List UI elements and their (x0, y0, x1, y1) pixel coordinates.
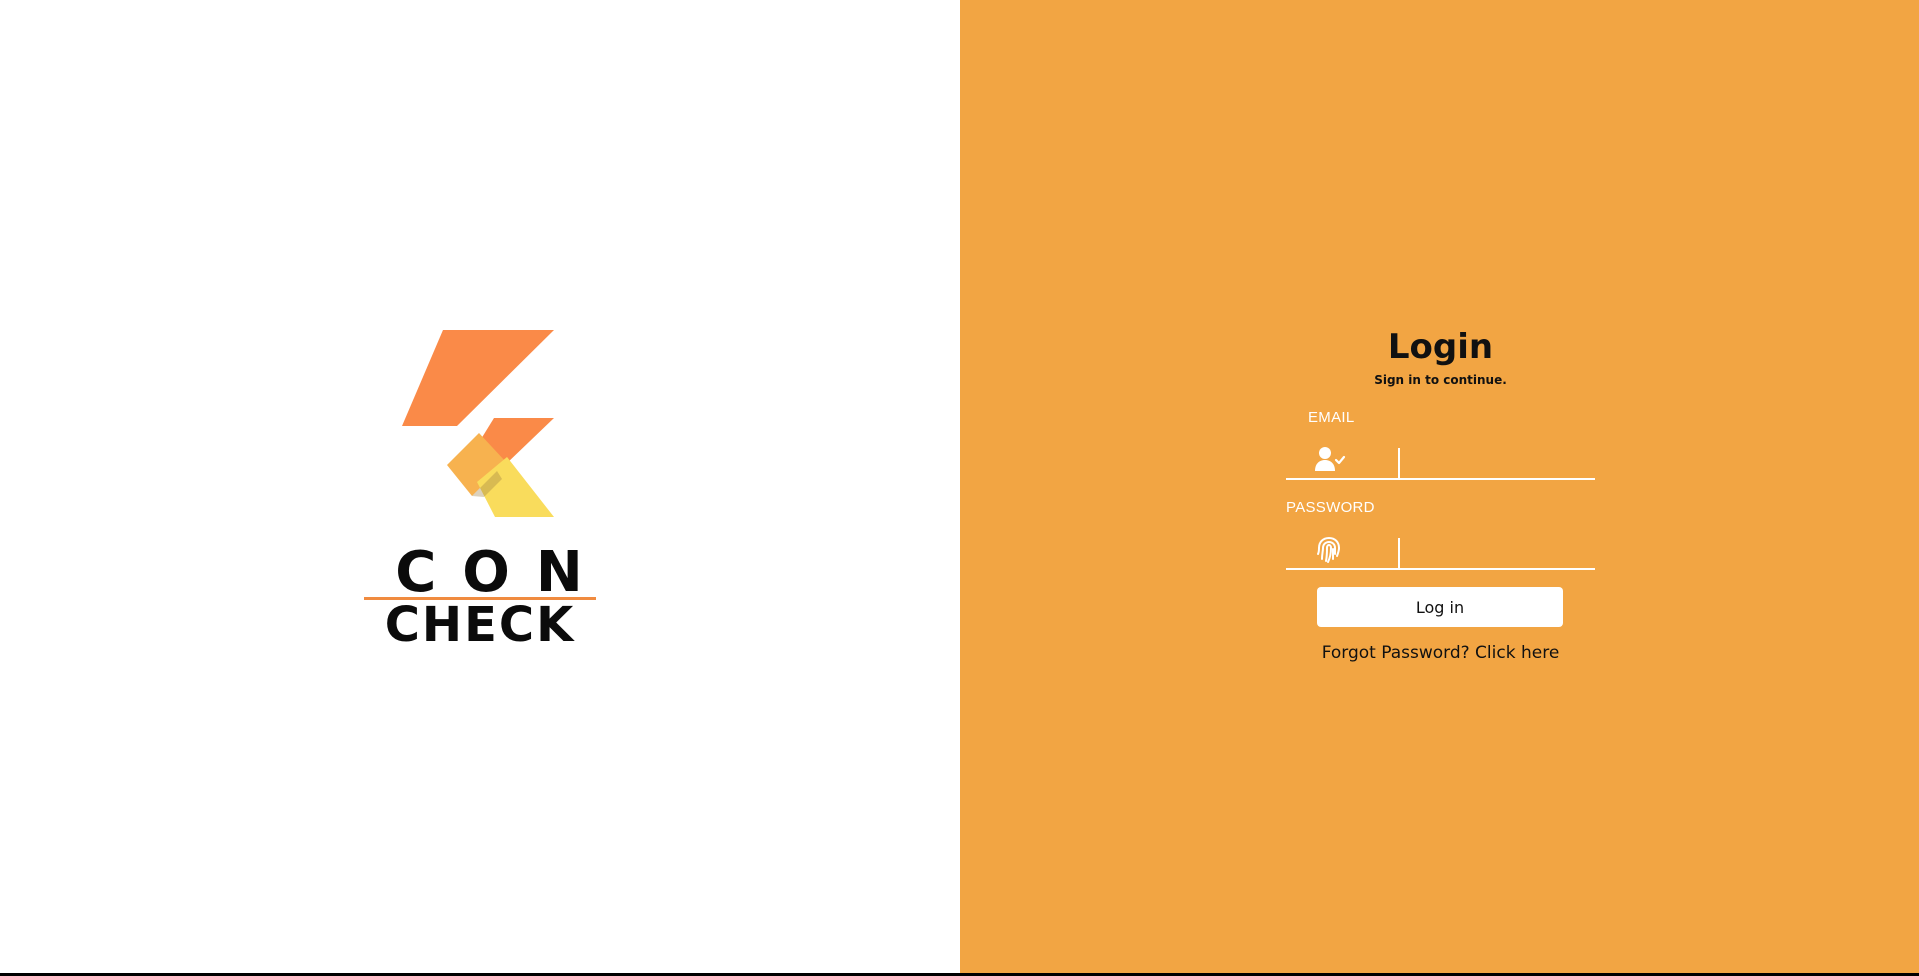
logo-text-check: CHECK (384, 597, 576, 653)
password-input[interactable] (1404, 534, 1594, 566)
email-input[interactable] (1404, 444, 1594, 476)
login-subtitle: Sign in to continue. (1374, 373, 1507, 387)
brand-panel: CON CHECK (0, 0, 960, 973)
fingerprint-icon (1312, 534, 1346, 564)
login-title: Login (1387, 327, 1494, 367)
user-check-icon (1312, 444, 1346, 474)
logo-top-shape (402, 330, 554, 426)
password-label: PASSWORD (1286, 499, 1375, 516)
email-field-row (1286, 440, 1595, 480)
password-field-row (1286, 530, 1595, 570)
email-label: EMAIL (1308, 409, 1355, 426)
forgot-password-link[interactable]: Forgot Password? Click here (1286, 643, 1595, 663)
email-field-divider (1398, 448, 1400, 478)
login-page: CON CHECK Login Sign in to continue. EMA… (0, 0, 1919, 973)
login-panel: Login Sign in to continue. EMAIL PASSWOR… (960, 0, 1919, 973)
logo-text-con: CON (395, 540, 609, 605)
conchek-logo: CON CHECK (360, 325, 600, 653)
logo-mark (402, 330, 554, 517)
login-button[interactable]: Log in (1317, 587, 1563, 627)
password-field-divider (1398, 538, 1400, 568)
